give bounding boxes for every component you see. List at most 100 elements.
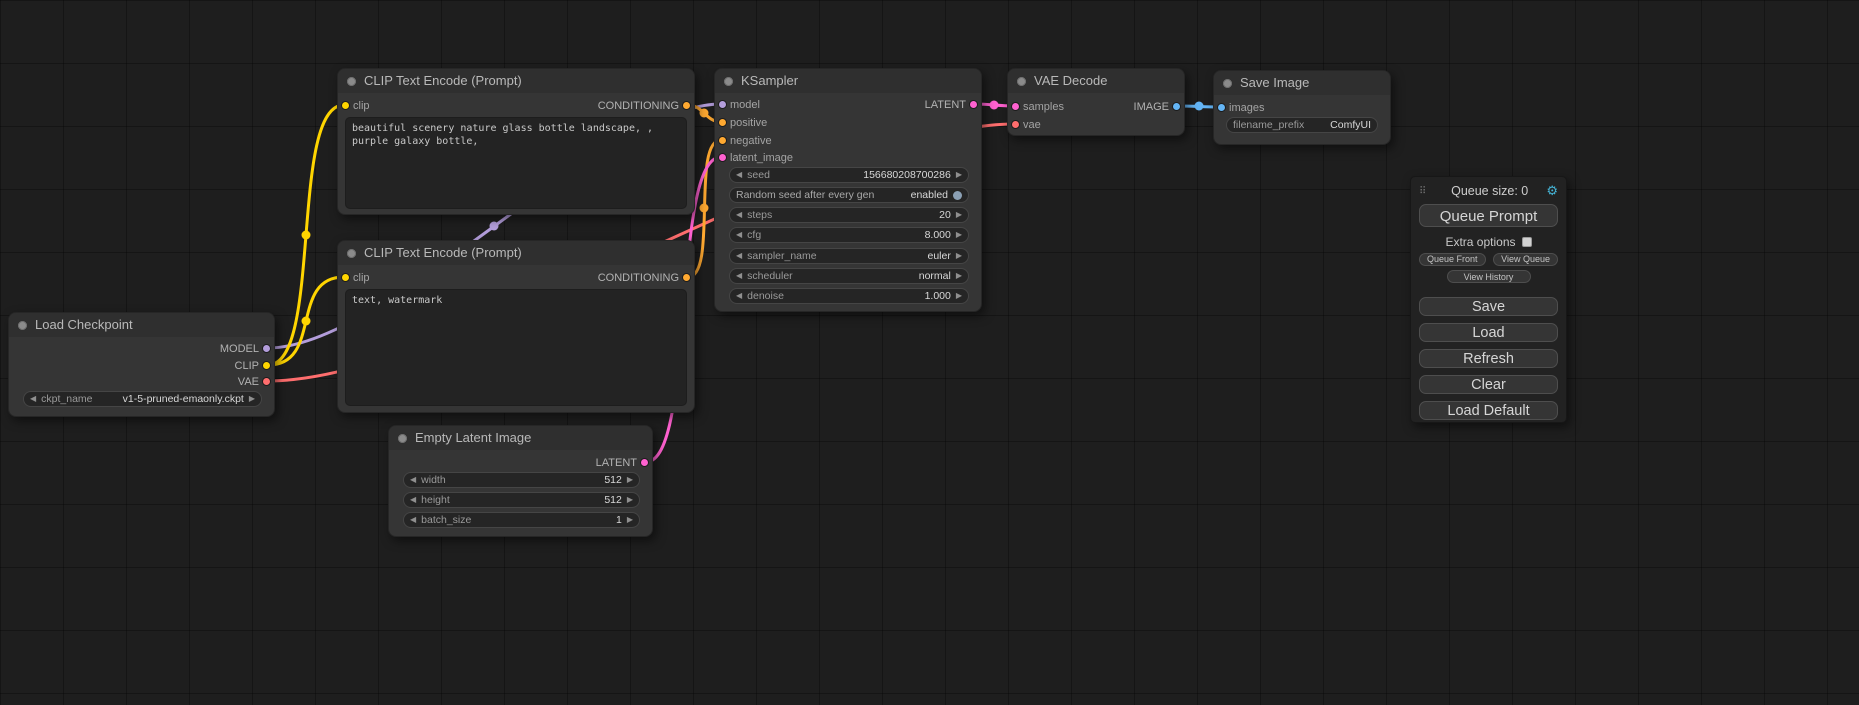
node-header[interactable]: CLIP Text Encode (Prompt) [338, 69, 694, 93]
increment-icon[interactable]: ▶ [627, 512, 633, 528]
input-dot-images[interactable] [1217, 103, 1226, 112]
input-slot-positive: positive [730, 116, 767, 130]
widget-width[interactable]: ◀ width 512 ▶ [403, 472, 640, 488]
decrement-icon[interactable]: ◀ [736, 268, 742, 284]
input-dot-clip[interactable] [341, 273, 350, 282]
node-vae-decode[interactable]: VAE Decode samples vae IMAGE [1007, 68, 1185, 136]
queue-panel: ⠿ Queue size: 0 ⚙ Queue Prompt Extra opt… [1410, 176, 1567, 423]
node-save-image[interactable]: Save Image images filename_prefix ComfyU… [1213, 70, 1391, 145]
increment-icon[interactable]: ▶ [956, 288, 962, 304]
positive-prompt-textarea[interactable]: beautiful scenery nature glass bottle la… [345, 117, 687, 209]
widget-steps[interactable]: ◀ steps 20 ▶ [729, 207, 969, 223]
input-dot-clip[interactable] [341, 101, 350, 110]
widget-height[interactable]: ◀ height 512 ▶ [403, 492, 640, 508]
widget-filename-prefix[interactable]: filename_prefix ComfyUI [1226, 117, 1378, 133]
decrement-icon[interactable]: ◀ [410, 512, 416, 528]
widget-label: seed [747, 169, 770, 181]
decrement-icon[interactable]: ◀ [736, 248, 742, 264]
widget-scheduler[interactable]: ◀ scheduler normal ▶ [729, 268, 969, 284]
output-dot-model[interactable] [262, 344, 271, 353]
widget-label: cfg [747, 229, 761, 241]
random-seed-toggle-icon[interactable] [953, 191, 962, 200]
output-dot-clip[interactable] [262, 361, 271, 370]
widget-batch-size[interactable]: ◀ batch_size 1 ▶ [403, 512, 640, 528]
node-header[interactable]: KSampler [715, 69, 981, 93]
increment-icon[interactable]: ▶ [956, 207, 962, 223]
widget-cfg[interactable]: ◀ cfg 8.000 ▶ [729, 227, 969, 243]
collapse-dot-icon[interactable] [1017, 77, 1026, 86]
decrement-icon[interactable]: ◀ [736, 167, 742, 183]
node-graph-canvas[interactable]: Load Checkpoint MODEL CLIP VAE ◀ ckpt_na… [0, 0, 1859, 705]
output-dot-latent[interactable] [969, 100, 978, 109]
node-title: CLIP Text Encode (Prompt) [364, 73, 522, 88]
load-button[interactable]: Load [1419, 323, 1558, 342]
input-slot-negative: negative [730, 134, 772, 148]
node-load-checkpoint[interactable]: Load Checkpoint MODEL CLIP VAE ◀ ckpt_na… [8, 312, 275, 417]
link-midpoint-cond-positive [700, 109, 709, 118]
output-dot-image[interactable] [1172, 102, 1181, 111]
increment-icon[interactable]: ▶ [627, 472, 633, 488]
output-dot-latent[interactable] [640, 458, 649, 467]
input-dot-positive[interactable] [718, 118, 727, 127]
increment-icon[interactable]: ▶ [627, 492, 633, 508]
output-slot-latent: LATENT [596, 456, 637, 470]
widget-value: ComfyUI [1330, 119, 1371, 131]
drag-handle-icon[interactable]: ⠿ [1419, 186, 1433, 197]
settings-gear-icon[interactable]: ⚙ [1546, 184, 1558, 199]
collapse-dot-icon[interactable] [347, 249, 356, 258]
decrement-icon[interactable]: ◀ [736, 288, 742, 304]
widget-ckpt-name[interactable]: ◀ ckpt_name v1-5-pruned-emaonly.ckpt ▶ [23, 391, 262, 407]
increment-icon[interactable]: ▶ [956, 248, 962, 264]
node-clip-text-encode-positive[interactable]: CLIP Text Encode (Prompt) clip CONDITION… [337, 68, 695, 215]
collapse-dot-icon[interactable] [1223, 79, 1232, 88]
input-slot-model: model [730, 98, 760, 112]
node-header[interactable]: Save Image [1214, 71, 1390, 95]
output-dot-conditioning[interactable] [682, 273, 691, 282]
queue-front-button[interactable]: Queue Front [1419, 253, 1486, 266]
negative-prompt-textarea[interactable]: text, watermark [345, 289, 687, 406]
increment-icon[interactable]: ▶ [956, 227, 962, 243]
collapse-dot-icon[interactable] [724, 77, 733, 86]
decrement-icon[interactable]: ◀ [736, 227, 742, 243]
queue-prompt-button[interactable]: Queue Prompt [1419, 204, 1558, 227]
output-slot-clip: CLIP [235, 359, 259, 373]
clear-button[interactable]: Clear [1419, 375, 1558, 394]
input-dot-model[interactable] [718, 100, 727, 109]
increment-icon[interactable]: ▶ [956, 268, 962, 284]
node-header[interactable]: CLIP Text Encode (Prompt) [338, 241, 694, 265]
decrement-icon[interactable]: ◀ [410, 472, 416, 488]
widget-label: sampler_name [747, 250, 816, 262]
widget-random-seed[interactable]: Random seed after every gen enabled [729, 187, 969, 203]
save-button[interactable]: Save [1419, 297, 1558, 316]
output-dot-conditioning[interactable] [682, 101, 691, 110]
refresh-button[interactable]: Refresh [1419, 349, 1558, 368]
output-dot-vae[interactable] [262, 377, 271, 386]
decrement-icon[interactable]: ◀ [410, 492, 416, 508]
widget-seed[interactable]: ◀ seed 156680208700286 ▶ [729, 167, 969, 183]
load-default-button[interactable]: Load Default [1419, 401, 1558, 420]
decrement-icon[interactable]: ◀ [736, 207, 742, 223]
view-history-button[interactable]: View History [1447, 270, 1531, 283]
input-dot-negative[interactable] [718, 136, 727, 145]
node-header[interactable]: Load Checkpoint [9, 313, 274, 337]
node-header[interactable]: Empty Latent Image [389, 426, 652, 450]
collapse-dot-icon[interactable] [18, 321, 27, 330]
node-empty-latent-image[interactable]: Empty Latent Image LATENT ◀ width 512 ▶ … [388, 425, 653, 537]
input-dot-vae[interactable] [1011, 120, 1020, 129]
node-title: Empty Latent Image [415, 430, 531, 445]
input-dot-latent-image[interactable] [718, 153, 727, 162]
widget-denoise[interactable]: ◀ denoise 1.000 ▶ [729, 288, 969, 304]
extra-options-checkbox[interactable] [1522, 237, 1532, 247]
node-header[interactable]: VAE Decode [1008, 69, 1184, 93]
input-dot-samples[interactable] [1011, 102, 1020, 111]
increment-icon[interactable]: ▶ [956, 167, 962, 183]
increment-icon[interactable]: ▶ [249, 391, 255, 407]
node-ksampler[interactable]: KSampler model positive negative latent_… [714, 68, 982, 312]
collapse-dot-icon[interactable] [398, 434, 407, 443]
view-queue-button[interactable]: View Queue [1493, 253, 1558, 266]
widget-sampler-name[interactable]: ◀ sampler_name euler ▶ [729, 248, 969, 264]
node-title: VAE Decode [1034, 73, 1107, 88]
node-clip-text-encode-negative[interactable]: CLIP Text Encode (Prompt) clip CONDITION… [337, 240, 695, 413]
collapse-dot-icon[interactable] [347, 77, 356, 86]
decrement-icon[interactable]: ◀ [30, 391, 36, 407]
